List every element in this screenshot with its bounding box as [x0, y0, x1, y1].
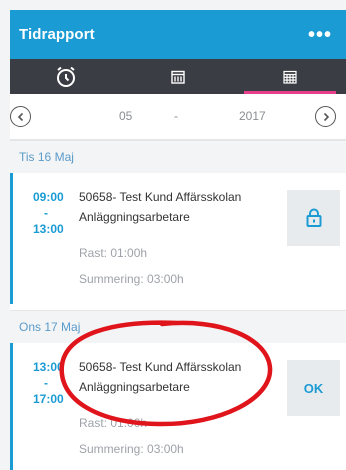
- app-title: Tidrapport: [19, 26, 95, 43]
- entry-time-dash: -: [44, 206, 48, 220]
- next-period-button[interactable]: [315, 106, 336, 127]
- entry-start-time: 13:00: [33, 360, 64, 374]
- time-entry-card[interactable]: 13:00 - 17:00 50658- Test Kund Affärssko…: [10, 343, 346, 470]
- calendar-month-icon: [283, 70, 297, 84]
- entry-time-dash: -: [44, 376, 48, 390]
- app-frame: Tidrapport ••• 05 - 2017 Tis 16 Maj 09:0…: [0, 0, 346, 470]
- entry-lock-status-button[interactable]: [287, 190, 340, 246]
- entry-start-time: 09:00: [33, 190, 64, 204]
- entry-break: Rast: 01:00h: [79, 246, 148, 260]
- day-header: Ons 17 Maj: [10, 310, 346, 343]
- entry-project: 50658- Test Kund Affärsskolan: [79, 190, 242, 204]
- tab-month[interactable]: [234, 59, 346, 94]
- entry-ok-status-button[interactable]: OK: [287, 360, 340, 416]
- entry-summary: Summering: 03:00h: [79, 272, 184, 286]
- period-year: 2017: [239, 109, 266, 123]
- time-entry-card[interactable]: 09:00 - 13:00 50658- Test Kund Affärssko…: [10, 173, 346, 304]
- entry-project: 50658- Test Kund Affärsskolan: [79, 360, 242, 374]
- entry-end-time: 17:00: [33, 392, 64, 406]
- alarm-clock-icon: [57, 66, 75, 87]
- calendar-week-icon: [171, 70, 185, 84]
- chevron-right-icon: [323, 112, 329, 121]
- chevron-left-icon: [17, 112, 23, 121]
- period-navigator: 05 - 2017: [10, 94, 346, 140]
- more-options-button[interactable]: •••: [308, 25, 332, 45]
- report-content: 05 - 2017 Tis 16 Maj 09:00 - 13:00 50658…: [10, 94, 346, 470]
- entry-break: Rast: 01:00h: [79, 416, 148, 430]
- tab-clock[interactable]: [10, 59, 122, 94]
- period-separator: -: [174, 109, 178, 123]
- lock-icon: [306, 208, 321, 227]
- tab-week[interactable]: [122, 59, 234, 94]
- app-header: Tidrapport •••: [10, 10, 346, 59]
- entry-role: Anläggningsarbetare: [79, 380, 190, 394]
- previous-period-button[interactable]: [10, 106, 31, 127]
- entry-summary: Summering: 03:00h: [79, 442, 184, 456]
- day-header: Tis 16 Maj: [10, 140, 346, 173]
- period-month: 05: [119, 109, 133, 123]
- entry-end-time: 13:00: [33, 222, 64, 236]
- view-tabbar: [10, 59, 346, 94]
- entry-role: Anläggningsarbetare: [79, 210, 190, 224]
